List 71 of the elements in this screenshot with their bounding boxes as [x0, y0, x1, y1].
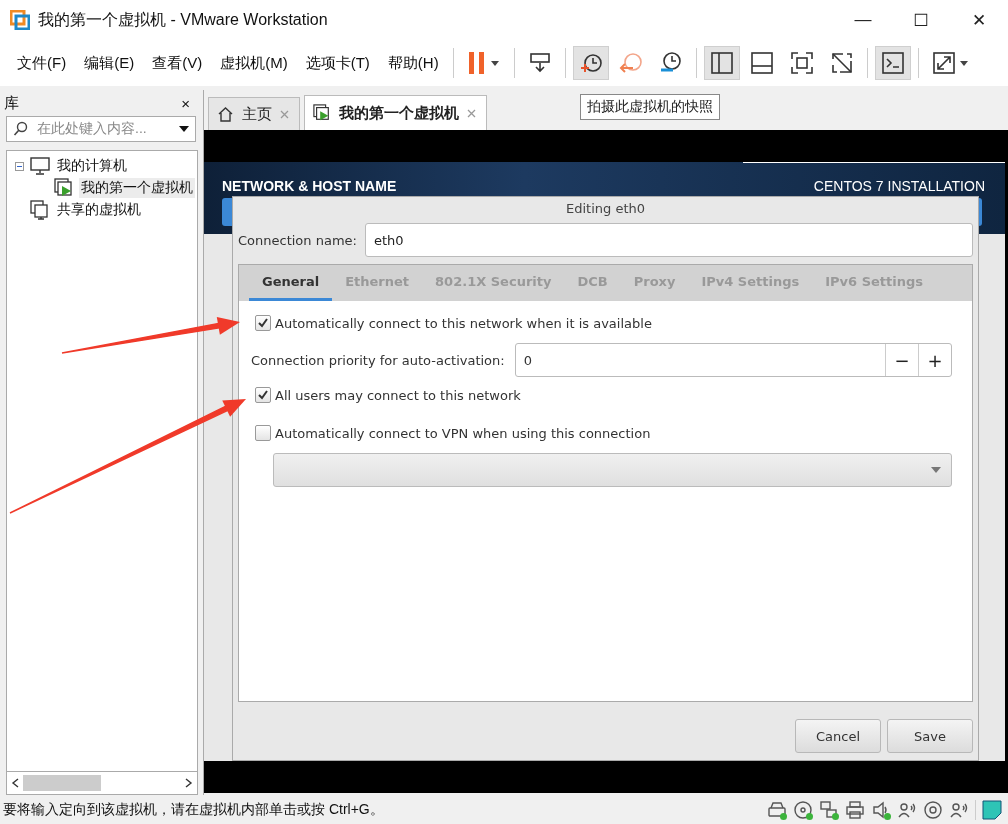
- close-icon: [467, 108, 476, 118]
- tooltip: 拍摄此虚拟机的快照: [580, 94, 720, 120]
- monitor-icon: [30, 157, 50, 175]
- printer-device-icon[interactable]: [845, 799, 865, 820]
- decrement-button[interactable]: −: [885, 344, 918, 376]
- sidebar-layout-icon: [709, 51, 734, 75]
- app-logo-icon: [10, 10, 30, 30]
- sound-device-icon[interactable]: [871, 799, 891, 820]
- tab[interactable]: 主页: [208, 97, 300, 130]
- checkbox[interactable]: [255, 387, 271, 403]
- bottom-panel-icon: [749, 51, 774, 75]
- menu-item[interactable]: 查看(V): [143, 53, 212, 73]
- close-icon: [280, 109, 289, 119]
- tree-item[interactable]: 共享的虚拟机: [55, 200, 143, 220]
- tree-item[interactable]: 我的第一个虚拟机: [79, 178, 195, 198]
- pause-icon: [466, 51, 501, 75]
- dropdown-arrow-icon: [179, 126, 189, 132]
- vm-play-icon: [313, 104, 331, 122]
- checkbox[interactable]: [255, 315, 271, 331]
- field-label: Connection name:: [238, 232, 357, 248]
- dropdown-arrow-icon: [931, 467, 941, 473]
- toolbar-button[interactable]: [874, 46, 911, 80]
- checkbox-label: All users may connect to this network: [275, 387, 521, 403]
- minimize-button[interactable]: —: [834, 10, 892, 30]
- product-title: CENTOS 7 INSTALLATION: [813, 178, 985, 194]
- field-value: 0: [522, 351, 533, 370]
- shared-vm-icon: [30, 200, 50, 220]
- search-icon: [13, 121, 29, 137]
- disk-device-icon[interactable]: [767, 799, 787, 820]
- note-icon[interactable]: [982, 799, 1002, 820]
- toolbar-button[interactable]: [572, 46, 609, 80]
- fullscreen-icon: [789, 51, 814, 75]
- close-button[interactable]: ✕: [950, 9, 1008, 31]
- tab[interactable]: 我的第一个虚拟机: [304, 95, 487, 130]
- network-device-icon[interactable]: [819, 799, 839, 820]
- window-title: 我的第一个虚拟机 - VMware Workstation: [38, 9, 329, 30]
- camera-device-icon[interactable]: [923, 799, 943, 820]
- menu-item[interactable]: 虚拟机(M): [211, 53, 297, 73]
- dialog-title: Editing eth0: [565, 200, 646, 218]
- panel-title: 库: [4, 93, 19, 113]
- field-value: eth0: [373, 232, 404, 248]
- tree-item[interactable]: 我的计算机: [55, 156, 129, 176]
- text-field[interactable]: eth0: [364, 223, 973, 257]
- maximize-button[interactable]: ☐: [892, 9, 950, 31]
- status-message: 要将输入定向到该虚拟机，请在虚拟机内部单击或按 Ctrl+G。: [3, 800, 385, 819]
- menu-item[interactable]: 帮助(H): [378, 53, 448, 73]
- page-title: NETWORK & HOST NAME: [222, 178, 397, 194]
- checkbox-label: Automatically connect to VPN when using this connection: [275, 425, 651, 441]
- house-icon: [217, 105, 234, 123]
- checkbox-label: Automatically connect to this network when it is available: [275, 315, 652, 331]
- scroll-right-icon: [185, 778, 193, 788]
- scrollbar[interactable]: [6, 772, 198, 795]
- increment-button[interactable]: +: [918, 344, 951, 376]
- menu-item[interactable]: 文件(F): [8, 53, 76, 73]
- dialog-button[interactable]: Cancel: [795, 719, 881, 753]
- clock-arrow-icon: [618, 51, 643, 75]
- collapse-toggle[interactable]: [15, 161, 25, 171]
- search-field[interactable]: 在此处键入内容...: [6, 116, 196, 142]
- vm-play-icon: [54, 178, 74, 198]
- field-label: Connection priority for auto-activation:: [251, 352, 505, 368]
- spin-field[interactable]: 0 − +: [514, 343, 952, 377]
- toolbar-button[interactable]: [703, 46, 740, 80]
- scroll-left-icon: [11, 778, 19, 788]
- cd-device-icon[interactable]: [793, 799, 813, 820]
- clock-plus-icon: [578, 51, 603, 75]
- close-button[interactable]: ×: [181, 94, 190, 112]
- dialog-button[interactable]: Save: [887, 719, 973, 753]
- terminal-icon: [880, 51, 905, 75]
- menu-item[interactable]: 编辑(E): [75, 53, 144, 73]
- checkbox[interactable]: [255, 425, 271, 441]
- menu-item[interactable]: 选项卡(T): [296, 53, 379, 73]
